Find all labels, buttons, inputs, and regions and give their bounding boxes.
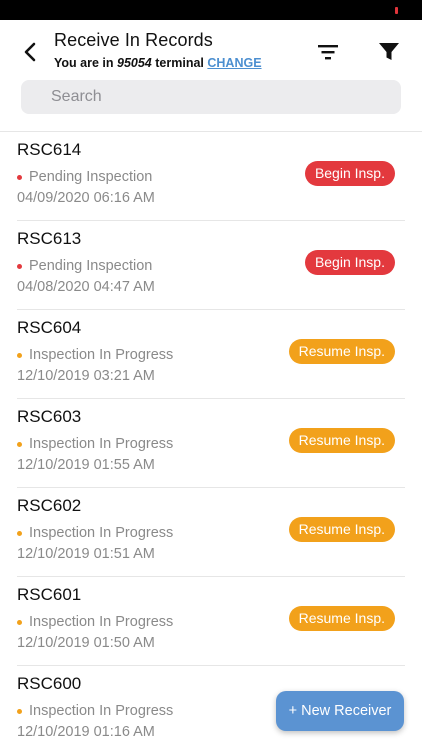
- record-status-label: Pending Inspection: [29, 258, 153, 274]
- funnel-icon: [379, 43, 399, 60]
- record-code: RSC602: [17, 496, 82, 515]
- chevron-left-icon: [24, 42, 36, 62]
- record-status: Pending Inspection: [17, 169, 152, 185]
- records-list: RSC614 Pending Inspection 04/09/2020 06:16…: [0, 132, 422, 750]
- record-status-label: Inspection In Progress: [29, 525, 174, 541]
- status-dot-icon: [17, 174, 22, 180]
- record-date: 04/08/2020 04:47 AM: [17, 279, 155, 295]
- record-code: RSC600: [17, 674, 82, 693]
- resume-inspection-button[interactable]: Resume Insp.: [288, 428, 395, 453]
- record-status: Inspection In Progress: [17, 347, 173, 363]
- header: Receive In Records You are in 95054 term…: [0, 20, 422, 132]
- resume-inspection-button[interactable]: Resume Insp.: [288, 606, 395, 631]
- record-code: RSC613: [17, 229, 82, 248]
- status-dot-icon: [17, 441, 22, 447]
- record-code: RSC603: [17, 407, 82, 426]
- subtitle-mid: terminal: [155, 56, 204, 70]
- list-item[interactable]: RSC602 Inspection In Progress 12/10/2019 0…: [17, 488, 405, 577]
- record-status-label: Inspection In Progress: [29, 614, 174, 630]
- status-dot-icon: [17, 530, 22, 536]
- subtitle-prefix: You are in: [54, 56, 114, 70]
- filter-button[interactable]: [377, 40, 401, 64]
- status-dot-icon: [17, 708, 22, 714]
- record-code: RSC604: [17, 318, 82, 337]
- new-receiver-button[interactable]: + New Receiver: [276, 691, 404, 731]
- record-status-label: Inspection In Progress: [29, 436, 174, 452]
- record-status: Inspection In Progress: [17, 525, 173, 541]
- begin-inspection-button[interactable]: Begin Insp.: [304, 250, 395, 275]
- search-bar[interactable]: [21, 80, 401, 114]
- record-status-label: Pending Inspection: [29, 169, 153, 185]
- record-date: 12/10/2019 03:21 AM: [17, 368, 155, 384]
- resume-inspection-button[interactable]: Resume Insp.: [288, 517, 395, 542]
- sort-lines-icon: [318, 45, 338, 60]
- battery-icon: [395, 7, 398, 14]
- record-status: Pending Inspection: [17, 258, 152, 274]
- list-item[interactable]: RSC614 Pending Inspection 04/09/2020 06:16…: [17, 132, 405, 221]
- status-dot-icon: [17, 263, 22, 269]
- status-dot-icon: [17, 619, 22, 625]
- begin-inspection-button[interactable]: Begin Insp.: [304, 161, 395, 186]
- resume-inspection-button[interactable]: Resume Insp.: [288, 339, 395, 364]
- record-status-label: Inspection In Progress: [29, 703, 174, 719]
- record-date: 12/10/2019 01:16 AM: [17, 724, 155, 740]
- record-date: 12/10/2019 01:55 AM: [17, 457, 155, 473]
- record-status: Inspection In Progress: [17, 436, 173, 452]
- record-code: RSC614: [17, 140, 82, 159]
- page-title: Receive In Records: [54, 30, 213, 50]
- list-item[interactable]: RSC604 Inspection In Progress 12/10/2019 0…: [17, 310, 405, 399]
- back-button[interactable]: [18, 40, 42, 64]
- terminal-id: 95054: [117, 56, 152, 70]
- record-status-label: Inspection In Progress: [29, 347, 174, 363]
- record-code: RSC601: [17, 585, 82, 604]
- change-terminal-link[interactable]: CHANGE: [207, 56, 261, 70]
- list-item[interactable]: RSC613 Pending Inspection 04/08/2020 04:47…: [17, 221, 405, 310]
- status-bar: [0, 0, 422, 20]
- search-input[interactable]: [21, 80, 401, 114]
- list-item[interactable]: RSC603 Inspection In Progress 12/10/2019 0…: [17, 399, 405, 488]
- sort-button[interactable]: [316, 40, 340, 64]
- record-date: 12/10/2019 01:51 AM: [17, 546, 155, 562]
- terminal-subtitle: You are in 95054 terminal CHANGE: [54, 56, 262, 70]
- list-item[interactable]: RSC601 Inspection In Progress 12/10/2019 0…: [17, 577, 405, 666]
- status-dot-icon: [17, 352, 22, 358]
- record-status: Inspection In Progress: [17, 614, 173, 630]
- record-date: 12/10/2019 01:50 AM: [17, 635, 155, 651]
- record-status: Inspection In Progress: [17, 703, 173, 719]
- record-date: 04/09/2020 06:16 AM: [17, 190, 155, 206]
